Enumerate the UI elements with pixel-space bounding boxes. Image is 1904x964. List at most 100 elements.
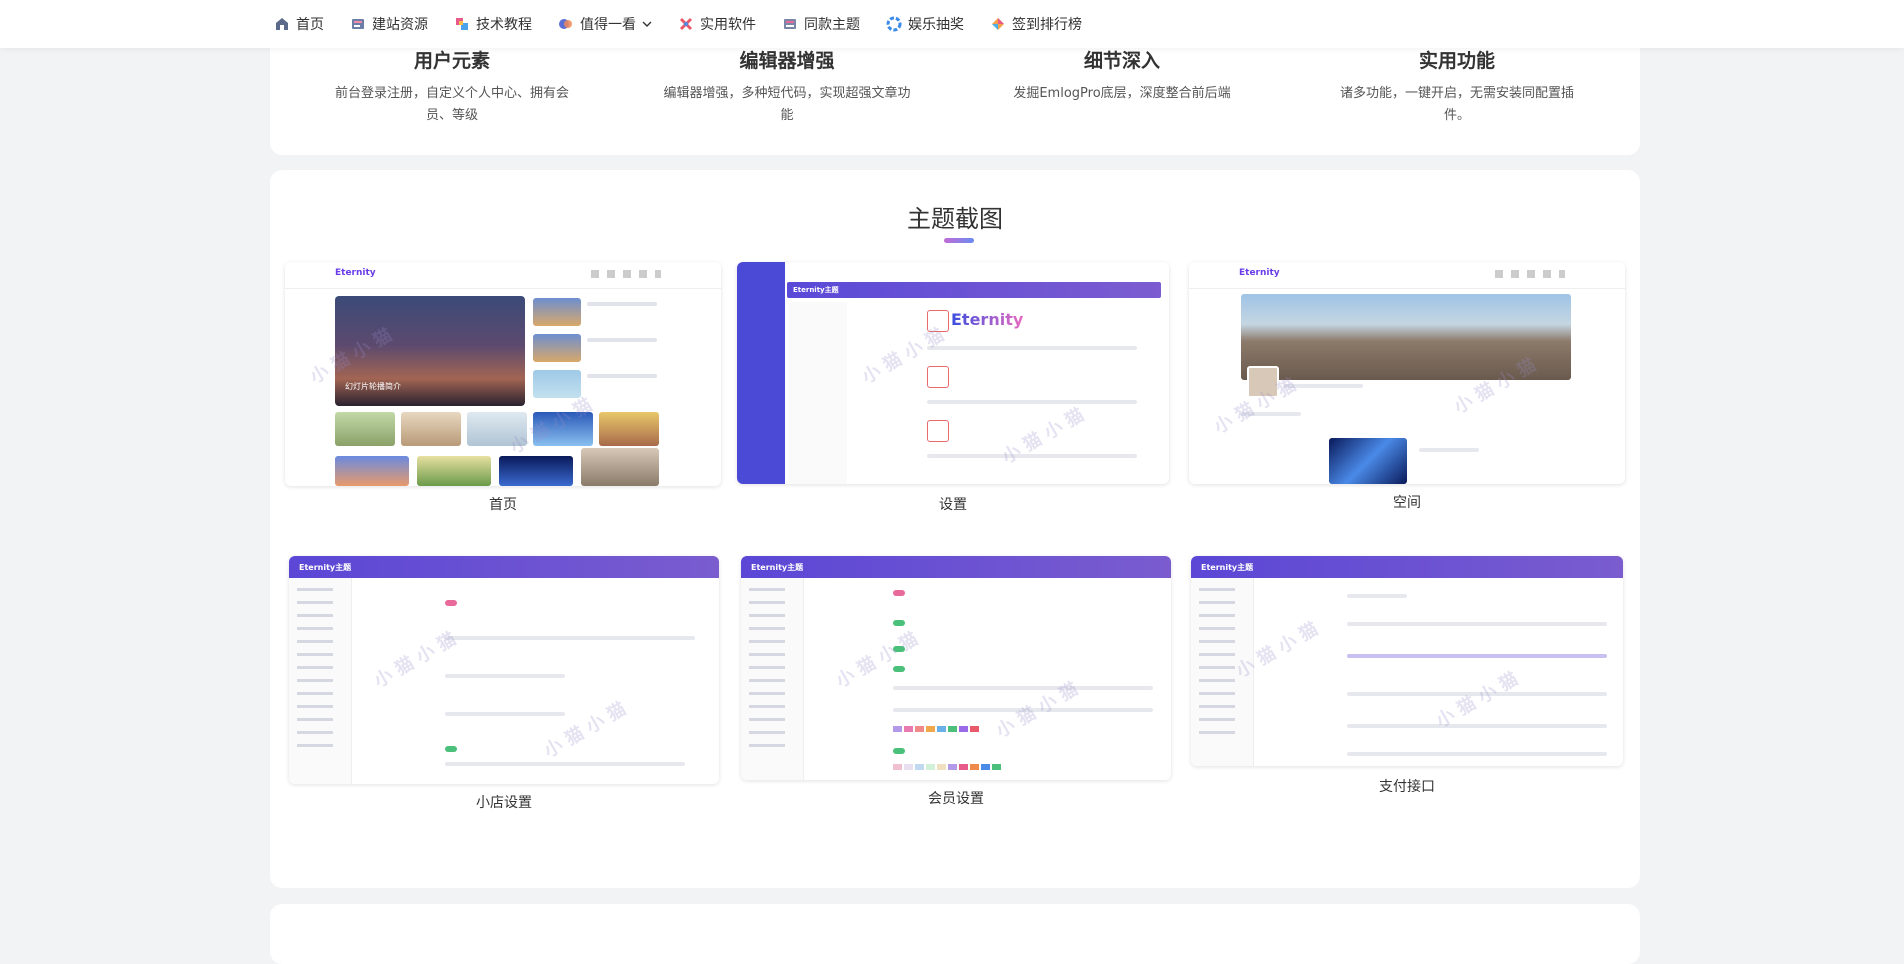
mock-topbar: Eternity bbox=[285, 262, 721, 289]
mock-admin-title: Eternity主题 bbox=[793, 286, 839, 294]
next-section-card bbox=[270, 904, 1640, 964]
mock-tile bbox=[417, 456, 491, 486]
mock-header: Eternity主题 bbox=[289, 556, 719, 578]
nav-item-home[interactable]: 首页 bbox=[274, 14, 324, 34]
mock-row bbox=[1419, 448, 1479, 452]
mock-toggle bbox=[893, 620, 905, 626]
mock-row bbox=[1347, 594, 1407, 598]
mock-toggle bbox=[445, 746, 457, 752]
mock-header: Eternity主题 bbox=[741, 556, 1171, 578]
nav-item-worth-seeing[interactable]: 值得一看 bbox=[558, 14, 652, 34]
nav-item-resources[interactable]: 建站资源 bbox=[350, 14, 428, 34]
nav-label: 技术教程 bbox=[476, 17, 532, 33]
screenshot-member-settings[interactable]: Eternity主题 小 猫 小 猫 小 猫 小 猫 会员设置 bbox=[741, 556, 1171, 816]
mock-topbar bbox=[785, 262, 1169, 282]
mock-row bbox=[927, 400, 1137, 404]
feature-details: 细节深入 发掘EmlogPro底层，深度整合前后端 bbox=[997, 46, 1247, 105]
watermark: 小 猫 小 猫 bbox=[370, 628, 460, 693]
nav-item-software[interactable]: 实用软件 bbox=[678, 14, 756, 34]
nav-label: 同款主题 bbox=[804, 17, 860, 33]
view-icon bbox=[558, 16, 574, 32]
screenshot-payment[interactable]: Eternity主题 小 猫 小 猫 小 猫 小 猫 支付接口 bbox=[1191, 556, 1623, 806]
screenshot-home[interactable]: Eternity 幻灯片轮播简介 小 猫 小 猫 小 猫 小 猫 首页 bbox=[285, 262, 721, 513]
mock-toggle bbox=[893, 748, 905, 754]
nav-label: 首页 bbox=[296, 17, 324, 33]
mock-row bbox=[927, 346, 1137, 350]
nav-items: 首页 建站资源 技术教程 值得一看 实用软件 同款主题 娱乐抽奖 签到排行榜 bbox=[274, 0, 1108, 48]
feature-utilities: 实用功能 诸多功能，一键开启，无需安装同配置插件。 bbox=[1332, 46, 1582, 127]
feature-title: 用户元素 bbox=[413, 50, 490, 72]
mock-toggle bbox=[445, 600, 457, 606]
watermark: 小 猫 小 猫 bbox=[1432, 668, 1522, 733]
nav-label: 实用软件 bbox=[700, 17, 756, 33]
mock-tile bbox=[499, 456, 573, 486]
feature-description: 诸多功能，一键开启，无需安装同配置插件。 bbox=[1339, 86, 1574, 123]
mock-row bbox=[445, 674, 565, 678]
mock-hero-text: 幻灯片轮播简介 bbox=[345, 382, 401, 391]
screenshot-shop-settings[interactable]: Eternity主题 小 猫 小 猫 小 猫 小 猫 小店设置 bbox=[289, 556, 719, 826]
screenshots-card: 主题截图 Eternity 幻灯片轮播简介 小 猫 小 猫 小 猫 小 猫 首页… bbox=[270, 170, 1640, 888]
mock-row bbox=[1347, 724, 1607, 728]
mock-admin-title: Eternity主题 bbox=[1201, 563, 1254, 572]
feature-description: 编辑器增强，多种短代码，实现超强文章功能 bbox=[663, 86, 911, 123]
mock-toolbar bbox=[591, 270, 661, 278]
mock-row bbox=[893, 686, 1153, 690]
mock-admin-title: Eternity主题 bbox=[751, 563, 804, 572]
mock-tile bbox=[599, 412, 659, 446]
screenshot-image[interactable]: Eternity主题 小 猫 小 猫 小 猫 小 猫 bbox=[741, 556, 1171, 780]
ranking-icon bbox=[990, 16, 1006, 32]
feature-title: 实用功能 bbox=[1418, 50, 1495, 72]
lottery-icon bbox=[886, 16, 902, 32]
mock-topbar: Eternity bbox=[1189, 262, 1625, 289]
nav-label: 建站资源 bbox=[372, 17, 428, 33]
screenshot-image[interactable]: Eternity主题 Eternity 小 猫 小 猫 小 猫 小 猫 bbox=[737, 262, 1169, 484]
screenshot-image[interactable]: Eternity 幻灯片轮播简介 小 猫 小 猫 小 猫 小 猫 bbox=[285, 262, 721, 486]
mock-tile bbox=[927, 366, 949, 388]
mock-menu bbox=[289, 578, 352, 784]
screenshot-caption: 支付接口 bbox=[1379, 779, 1435, 795]
feature-description: 前台登录注册，自定义个人中心、拥有会员、等级 bbox=[334, 86, 569, 123]
mock-line bbox=[587, 374, 657, 378]
mock-row bbox=[1347, 654, 1607, 658]
screenshot-image[interactable]: Eternity 小 猫 小 猫 小 猫 小 猫 bbox=[1189, 262, 1625, 484]
screenshot-caption: 小店设置 bbox=[476, 795, 532, 811]
watermark: 小 猫 小 猫 bbox=[998, 404, 1088, 469]
mock-submenu bbox=[789, 302, 847, 484]
mock-sidebar bbox=[737, 262, 785, 484]
mock-tile bbox=[335, 412, 395, 446]
section-title: 主题截图 bbox=[907, 205, 1003, 233]
mock-logo: Eternity bbox=[335, 268, 376, 278]
mock-row bbox=[445, 712, 565, 716]
mock-row bbox=[445, 762, 685, 766]
screenshot-image[interactable]: Eternity主题 小 猫 小 猫 小 猫 小 猫 bbox=[289, 556, 719, 784]
mock-logo: Eternity bbox=[1239, 268, 1280, 278]
nav-label: 签到排行榜 bbox=[1012, 17, 1082, 33]
mock-row bbox=[1347, 752, 1607, 756]
screenshot-space[interactable]: Eternity 小 猫 小 猫 小 猫 小 猫 空间 bbox=[1189, 262, 1625, 512]
theme-icon bbox=[782, 16, 798, 32]
mock-list-image bbox=[533, 298, 581, 326]
tutorial-icon bbox=[454, 16, 470, 32]
top-navigation: 首页 建站资源 技术教程 值得一看 实用软件 同款主题 娱乐抽奖 签到排行榜 bbox=[0, 0, 1904, 48]
mock-tile bbox=[1329, 438, 1407, 484]
chevron-down-icon bbox=[642, 21, 652, 27]
mock-toolbar bbox=[1495, 270, 1565, 278]
mock-menu bbox=[741, 578, 804, 780]
screenshot-caption: 空间 bbox=[1393, 495, 1421, 511]
nav-label: 娱乐抽奖 bbox=[908, 17, 964, 33]
nav-item-lottery[interactable]: 娱乐抽奖 bbox=[886, 14, 964, 34]
screenshot-image[interactable]: Eternity主题 小 猫 小 猫 小 猫 小 猫 bbox=[1191, 556, 1623, 766]
mock-tile bbox=[927, 420, 949, 442]
nav-item-themes[interactable]: 同款主题 bbox=[782, 14, 860, 34]
feature-user-elements: 用户元素 前台登录注册，自定义个人中心、拥有会员、等级 bbox=[327, 46, 577, 127]
feature-title: 编辑器增强 bbox=[739, 50, 835, 72]
nav-item-ranking[interactable]: 签到排行榜 bbox=[990, 14, 1082, 34]
mock-brand: Eternity bbox=[951, 310, 1024, 329]
nav-item-tutorials[interactable]: 技术教程 bbox=[454, 14, 532, 34]
mock-tile bbox=[335, 456, 409, 486]
feature-editor: 编辑器增强 编辑器增强，多种短代码，实现超强文章功能 bbox=[662, 46, 912, 127]
screenshot-settings[interactable]: Eternity主题 Eternity 小 猫 小 猫 小 猫 小 猫 设置 bbox=[737, 262, 1169, 513]
mock-color-swatches bbox=[893, 764, 1003, 770]
nav-label: 值得一看 bbox=[580, 17, 636, 33]
title-underline bbox=[944, 238, 974, 243]
